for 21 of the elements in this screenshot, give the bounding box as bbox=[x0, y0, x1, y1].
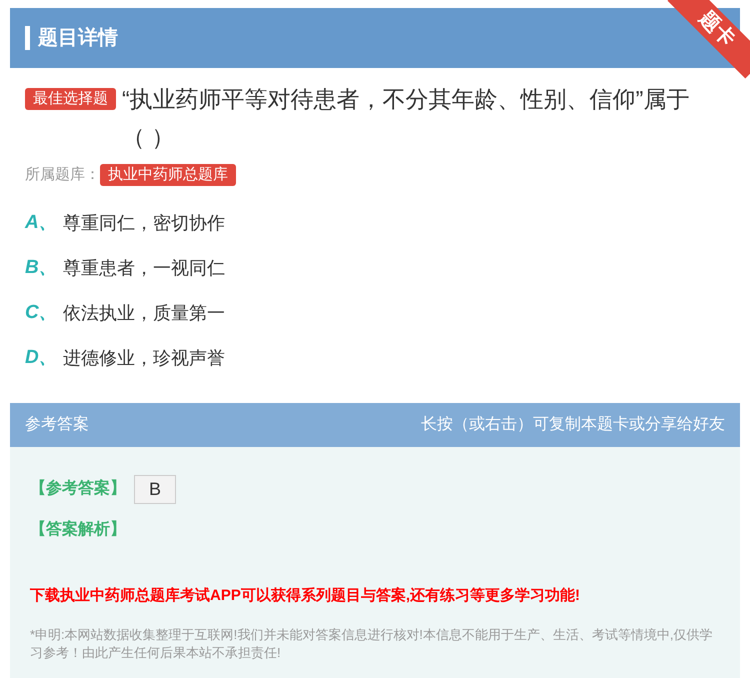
option-text: 进德修业，珍视声誉 bbox=[63, 346, 225, 370]
answer-panel-title: 参考答案 bbox=[25, 414, 89, 434]
answer-label: 【参考答案】 bbox=[30, 478, 126, 499]
option-letter: A、 bbox=[25, 210, 59, 235]
question-type-badge: 最佳选择题 bbox=[25, 88, 116, 110]
option-letter: D、 bbox=[25, 346, 59, 370]
bank-label: 所属题库： bbox=[25, 165, 100, 185]
option-letter: C、 bbox=[25, 300, 59, 325]
disclaimer-text: *申明:本网站数据收集整理于互联网!我们并未能对答案信息进行核对!本信息不能用于生产、生活、考试等情境中,仅供学习参考！由此产生任何后果本站不承担责任! bbox=[30, 626, 713, 660]
option-text: 依法执业，质量第一 bbox=[63, 302, 225, 324]
question-text: “执业药师平等对待患者，不分其年龄、性别、信仰”属于（ ） bbox=[122, 85, 690, 152]
option-text: 尊重患者，一视同仁 bbox=[63, 256, 225, 280]
accent-bar bbox=[25, 26, 30, 50]
option-text: 尊重同仁，密切协作 bbox=[63, 212, 225, 234]
header-title: 题目详情 bbox=[38, 26, 118, 51]
answer-value: B bbox=[134, 474, 176, 504]
copy-hint: 长按（或右击）可复制本题卡或分享给好友 bbox=[421, 414, 725, 434]
analysis-label: 【答案解析】 bbox=[30, 520, 126, 538]
promo-text: 下载执业中药师总题库考试APP可以获得系列题目与答案,还有练习等更多学习功能! bbox=[30, 586, 580, 604]
bank-badge[interactable]: 执业中药师总题库 bbox=[100, 164, 236, 186]
option-letter: B、 bbox=[25, 256, 59, 280]
